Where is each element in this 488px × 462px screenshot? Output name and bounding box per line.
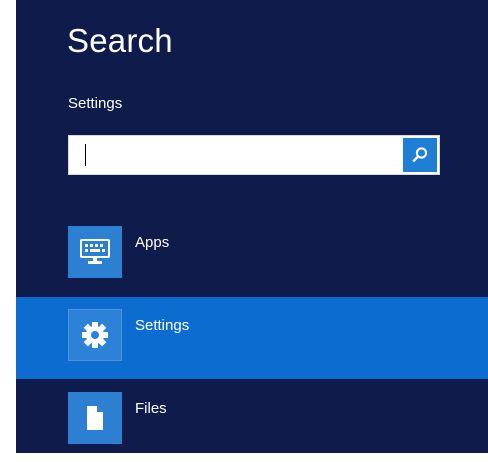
search-input[interactable] [69, 136, 399, 174]
search-result-apps[interactable]: Apps [16, 214, 488, 296]
apps-keyboard-icon [80, 239, 110, 264]
apps-icon-tile [68, 226, 122, 278]
files-icon-tile [68, 392, 122, 444]
settings-icon-tile [68, 309, 122, 361]
search-scope-label[interactable]: Settings [68, 95, 122, 112]
text-caret [85, 144, 86, 166]
gear-icon [82, 322, 108, 348]
search-result-files[interactable]: Files [16, 380, 488, 453]
document-icon [87, 406, 103, 430]
search-result-settings[interactable]: Settings [16, 297, 488, 379]
result-label-settings: Settings [135, 317, 190, 334]
search-icon [412, 147, 428, 163]
result-label-apps: Apps [135, 234, 170, 251]
search-charm-pane: Search Settings Apps Settings Files [16, 0, 488, 453]
result-label-files: Files [135, 400, 167, 417]
pane-title: Search [67, 22, 173, 59]
search-box [68, 135, 440, 175]
search-button[interactable] [403, 138, 437, 172]
